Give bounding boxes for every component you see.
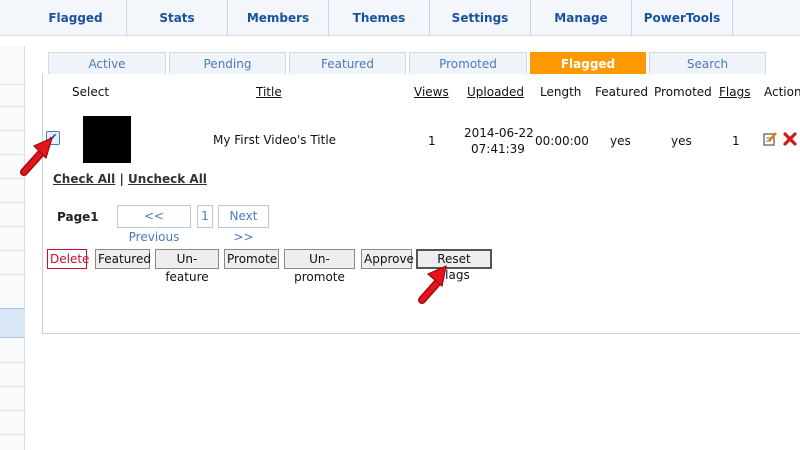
video-views: 1 — [428, 134, 436, 148]
nav-tab-stats[interactable]: Stats — [127, 0, 228, 36]
nav-tab-themes[interactable]: Themes — [329, 0, 430, 36]
top-navigation: Flagged Stats Members Themes Settings Ma… — [0, 0, 800, 36]
header-title[interactable]: Title — [256, 85, 282, 99]
delete-icon[interactable] — [783, 132, 797, 146]
page-number-button[interactable]: 1 — [197, 205, 213, 228]
header-select: Select — [72, 85, 110, 99]
header-views[interactable]: Views — [414, 85, 449, 99]
header-promoted: Promoted — [654, 85, 712, 99]
left-sidebar — [0, 46, 25, 450]
nav-tab-powertools[interactable]: PowerTools — [632, 0, 733, 36]
video-length: 00:00:00 — [535, 134, 589, 148]
check-all-link[interactable]: Check All — [53, 172, 115, 186]
unfeature-button[interactable]: Un-feature — [155, 249, 219, 284]
sidebar-selected-item[interactable] — [0, 308, 25, 338]
nav-tab-flagged[interactable]: Flagged — [25, 0, 127, 36]
subtab-search[interactable]: Search — [649, 52, 766, 74]
next-page-button[interactable]: Next >> — [218, 205, 269, 244]
feature-button[interactable]: Featured — [95, 249, 151, 269]
video-promoted: yes — [671, 134, 692, 148]
edit-icon[interactable] — [763, 132, 777, 146]
nav-tab-settings[interactable]: Settings — [430, 0, 531, 36]
unpromote-button[interactable]: Un-promote — [284, 249, 355, 284]
nav-tab-manage[interactable]: Manage — [531, 0, 632, 36]
video-featured: yes — [610, 134, 631, 148]
subtab-featured[interactable]: Featured — [289, 52, 406, 74]
header-length: Length — [540, 85, 582, 99]
video-uploaded-date: 2014-06-22 — [464, 126, 534, 140]
video-thumbnail[interactable] — [83, 116, 131, 163]
video-flags: 1 — [732, 134, 740, 148]
previous-page-button[interactable]: << Previous — [117, 205, 191, 244]
selection-separator: | — [119, 172, 124, 186]
promote-button[interactable]: Promote — [224, 249, 279, 269]
delete-button[interactable]: Delete — [47, 249, 89, 269]
subtab-flagged[interactable]: Flagged — [530, 52, 646, 74]
nav-tab-members[interactable]: Members — [228, 0, 329, 36]
subtab-promoted[interactable]: Promoted — [409, 52, 527, 74]
video-title: My First Video's Title — [213, 133, 337, 147]
subtab-pending[interactable]: Pending — [169, 52, 286, 74]
header-uploaded[interactable]: Uploaded — [467, 85, 524, 99]
pointer-arrow-icon — [418, 264, 447, 304]
video-uploaded-time: 07:41:39 — [471, 142, 525, 156]
header-action: Action — [764, 85, 800, 99]
subtab-active[interactable]: Active — [48, 52, 166, 74]
header-featured: Featured — [595, 85, 648, 99]
page-indicator: Page1 — [57, 210, 99, 224]
approve-button[interactable]: Approve — [361, 249, 414, 269]
header-flags[interactable]: Flags — [719, 85, 750, 99]
pointer-arrow-icon — [20, 136, 53, 176]
uncheck-all-link[interactable]: Uncheck All — [128, 172, 207, 186]
selection-links: Check All | Uncheck All — [53, 172, 207, 186]
